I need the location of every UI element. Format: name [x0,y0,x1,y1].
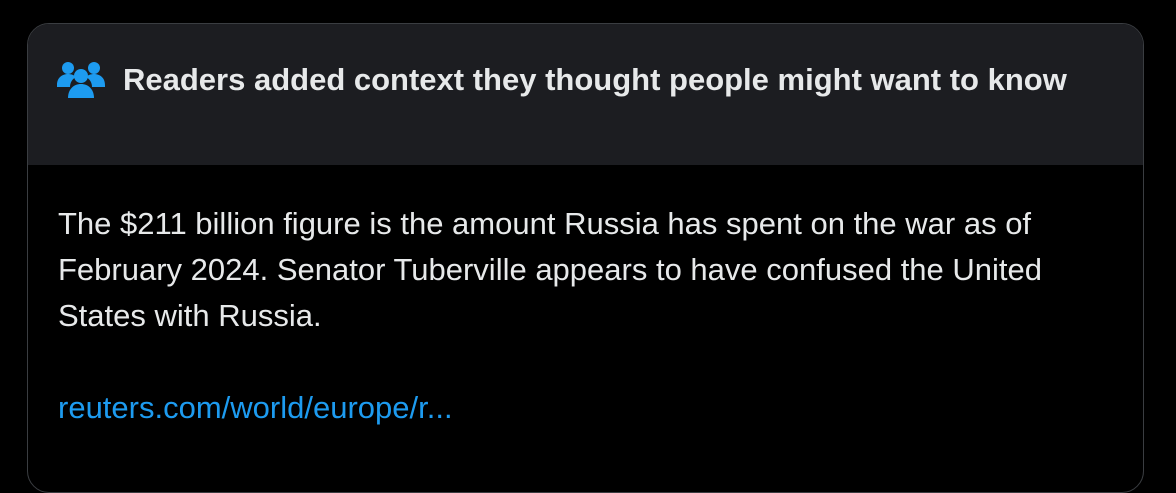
note-body-text: The $211 billion figure is the amount Ru… [58,206,1043,333]
note-header-title: Readers added context they thought peopl… [123,62,1067,97]
note-body: The $211 billion figure is the amount Ru… [28,165,1143,431]
note-header: Readers added context they thought peopl… [28,24,1143,165]
community-note-card: Readers added context they thought peopl… [27,23,1144,493]
source-link[interactable]: reuters.com/world/europe/r... [58,385,453,431]
people-icon [57,62,105,98]
